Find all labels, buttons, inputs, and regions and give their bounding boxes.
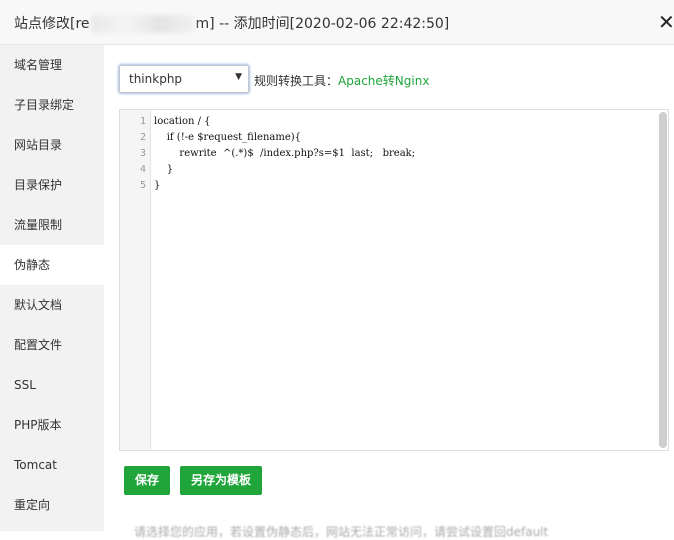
- sidebar-item-label: 伪静态: [14, 258, 51, 272]
- rewrite-template-select[interactable]: thinkphp ▼: [119, 65, 249, 93]
- sidebar-item-site-directory[interactable]: 网站目录: [0, 125, 104, 165]
- line-number: 4: [139, 164, 146, 175]
- save-as-template-button[interactable]: 另存为模板: [180, 466, 262, 495]
- line-number: 5: [139, 180, 146, 191]
- code-line: location / {: [154, 116, 211, 127]
- dialog-title-suffix: -- 添加时间[2020-02-06 22:42:50]: [214, 16, 450, 32]
- settings-sidebar: 域名管理 子目录绑定 网站目录 目录保护 流量限制 伪静态 默认文档 配置文件 …: [0, 45, 104, 531]
- close-icon[interactable]: ✕: [658, 10, 674, 34]
- rule-conversion-label: 规则转换工具：: [254, 74, 339, 88]
- sidebar-item-domain[interactable]: 域名管理: [0, 45, 104, 85]
- rewrite-panel: thinkphp ▼ 规则转换工具：Apache转Nginx 1 2 3 4 5…: [104, 45, 674, 539]
- sidebar-item-label: 域名管理: [14, 58, 63, 72]
- sidebar-item-label: 目录保护: [14, 178, 63, 192]
- save-button[interactable]: 保存: [124, 466, 170, 495]
- code-line: }: [154, 164, 174, 175]
- line-number: 3: [139, 148, 146, 159]
- sidebar-item-redirect[interactable]: 重定向: [0, 485, 104, 525]
- rule-conversion-tool: 规则转换工具：Apache转Nginx: [254, 72, 429, 89]
- sidebar-item-label: 网站目录: [14, 138, 63, 152]
- dialog-title: 站点修改[re m] -- 添加时间[2020-02-06 22:42:50]: [14, 13, 449, 33]
- dialog-title-prefix: 站点修改[re: [14, 16, 90, 32]
- line-number: 2: [139, 132, 146, 143]
- sidebar-item-ssl[interactable]: SSL: [0, 365, 104, 405]
- sidebar-item-traffic-limit[interactable]: 流量限制: [0, 205, 104, 245]
- sidebar-item-label: Tomcat: [14, 458, 57, 472]
- dialog-title-mid: m]: [195, 16, 215, 32]
- sidebar-item-subdir-binding[interactable]: 子目录绑定: [0, 85, 104, 125]
- line-number-gutter: 1 2 3 4 5: [120, 110, 151, 450]
- sidebar-item-label: 子目录绑定: [14, 98, 75, 112]
- apache-to-nginx-link[interactable]: Apache转Nginx: [338, 74, 429, 88]
- sidebar-item-label: PHP版本: [14, 418, 62, 432]
- sidebar-item-label: 默认文档: [14, 298, 63, 312]
- sidebar-item-php-version[interactable]: PHP版本: [0, 405, 104, 445]
- sidebar-item-label: SSL: [14, 378, 36, 392]
- sidebar-item-config-file[interactable]: 配置文件: [0, 325, 104, 365]
- code-line: rewrite ^(.*)$ /index.php?s=$1 last; bre…: [154, 148, 416, 159]
- editor-scrollbar[interactable]: [659, 112, 667, 448]
- code-line: }: [154, 180, 161, 191]
- sidebar-item-rewrite[interactable]: 伪静态: [0, 245, 104, 285]
- dropdown-arrow-icon: ▼: [235, 72, 242, 82]
- dialog-titlebar: 站点修改[re m] -- 添加时间[2020-02-06 22:42:50] ✕: [0, 0, 674, 45]
- rewrite-rules-editor[interactable]: 1 2 3 4 5 location / { if (!-e $request_…: [119, 109, 669, 451]
- line-number: 1: [139, 116, 146, 127]
- sidebar-item-label: 重定向: [14, 498, 51, 512]
- code-line: if (!-e $request_filename){: [154, 132, 302, 143]
- sidebar-item-directory-protection[interactable]: 目录保护: [0, 165, 104, 205]
- sidebar-item-label: 配置文件: [14, 338, 63, 352]
- sidebar-item-tomcat[interactable]: Tomcat: [0, 445, 104, 485]
- rewrite-tip: 请选择您的应用，若设置伪静态后，网站无法正常访问，请尝试设置回default: [134, 525, 549, 539]
- rewrite-template-selected: thinkphp: [129, 72, 183, 86]
- sidebar-item-label: 流量限制: [14, 218, 63, 232]
- sidebar-item-default-document[interactable]: 默认文档: [0, 285, 104, 325]
- redacted-domain: [90, 15, 195, 33]
